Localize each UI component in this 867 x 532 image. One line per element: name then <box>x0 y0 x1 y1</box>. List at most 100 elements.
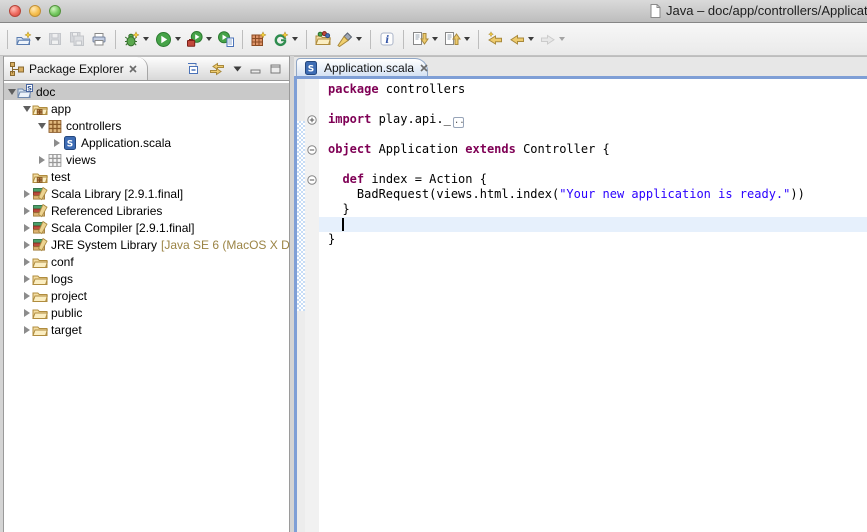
disclosure-expanded-icon[interactable] <box>21 106 32 112</box>
tab-application-scala[interactable]: S Application.scala <box>296 58 428 76</box>
new-wizard-button[interactable] <box>13 26 44 52</box>
tab-package-explorer[interactable]: Package Explorer <box>4 57 148 80</box>
tree-item-test[interactable]: test <box>4 168 289 185</box>
external-tools-button[interactable] <box>215 26 237 52</box>
disclosure-expanded-icon[interactable] <box>6 89 17 95</box>
code-line-1[interactable]: package controllers <box>319 82 867 97</box>
save-all-button[interactable] <box>66 26 88 52</box>
close-window-button[interactable] <box>9 5 21 17</box>
fold-expand-icon[interactable] <box>307 115 317 125</box>
code-token: BadRequest(views.html.index( <box>328 187 559 201</box>
code-token: } <box>328 232 335 246</box>
debug-button[interactable] <box>121 26 152 52</box>
new-element-icon <box>273 31 289 47</box>
window-title-text: Java – doc/app/controllers/Application.s… <box>666 3 867 18</box>
code-line-11[interactable]: } <box>319 232 867 247</box>
code-line-10[interactable] <box>319 217 867 232</box>
dropdown-arrow-icon[interactable] <box>528 37 534 41</box>
disclosure-collapsed-icon[interactable] <box>21 309 32 317</box>
last-edit-location-button[interactable] <box>484 26 506 52</box>
disclosure-expanded-icon[interactable] <box>36 123 47 129</box>
view-menu-button[interactable] <box>233 66 242 72</box>
code-line-6[interactable] <box>319 157 867 172</box>
tree-item-views[interactable]: views <box>4 151 289 168</box>
zoom-window-button[interactable] <box>49 5 61 17</box>
back-button[interactable] <box>506 26 537 52</box>
tree-item-scala-compiler[interactable]: Scala Compiler [2.9.1.final] <box>4 219 289 236</box>
dropdown-arrow-icon[interactable] <box>35 37 41 41</box>
link-with-editor-button[interactable] <box>209 61 225 77</box>
minimize-button[interactable] <box>250 63 262 75</box>
tree-item-label: Application.scala <box>81 136 171 150</box>
code-editor[interactable]: package controllers import play.api._..ob… <box>319 79 867 532</box>
close-icon[interactable] <box>419 63 429 73</box>
code-token: Controller { <box>516 142 610 156</box>
code-line-9[interactable]: } <box>319 202 867 217</box>
package-folder-icon <box>32 169 50 185</box>
disclosure-collapsed-icon[interactable] <box>21 275 32 283</box>
package-explorer-header: Package Explorer <box>4 56 289 81</box>
minimize-window-button[interactable] <box>29 5 41 17</box>
tree-item-app[interactable]: app <box>4 100 289 117</box>
tree-item-scala-library[interactable]: Scala Library [2.9.1.final] <box>4 185 289 202</box>
code-line-2[interactable] <box>319 97 867 112</box>
open-type-button[interactable] <box>312 26 334 52</box>
range-indicator <box>297 121 305 311</box>
dropdown-arrow-icon[interactable] <box>292 37 298 41</box>
vertical-ruler[interactable] <box>297 79 305 532</box>
run-button[interactable] <box>152 26 184 52</box>
dropdown-arrow-icon[interactable] <box>559 37 565 41</box>
dropdown-arrow-icon[interactable] <box>206 37 212 41</box>
disclosure-collapsed-icon[interactable] <box>51 139 62 147</box>
collapse-all-button[interactable] <box>185 61 201 77</box>
fold-collapse-icon[interactable] <box>307 175 317 185</box>
fold-collapse-icon[interactable] <box>307 145 317 155</box>
code-line-3[interactable]: import play.api._.. <box>319 112 867 127</box>
window-controls <box>9 5 61 17</box>
tree-item-project[interactable]: project <box>4 287 289 304</box>
tree-item-label: views <box>66 153 96 167</box>
dropdown-arrow-icon[interactable] <box>143 37 149 41</box>
tree-item-target[interactable]: target <box>4 321 289 338</box>
code-line-8[interactable]: BadRequest(views.html.index("Your new ap… <box>319 187 867 202</box>
new-java-project-button[interactable] <box>248 26 270 52</box>
disclosure-collapsed-icon[interactable] <box>21 207 32 215</box>
disclosure-collapsed-icon[interactable] <box>21 292 32 300</box>
disclosure-collapsed-icon[interactable] <box>21 258 32 266</box>
disclosure-collapsed-icon[interactable] <box>21 326 32 334</box>
tree-item-controllers[interactable]: controllers <box>4 117 289 134</box>
save-button[interactable] <box>44 26 66 52</box>
previous-annotation-button[interactable] <box>441 26 473 52</box>
maximize-button[interactable] <box>270 63 282 75</box>
disclosure-collapsed-icon[interactable] <box>36 156 47 164</box>
tree-item-public[interactable]: public <box>4 304 289 321</box>
forward-button[interactable] <box>537 26 568 52</box>
disclosure-collapsed-icon[interactable] <box>21 241 32 249</box>
dropdown-arrow-icon[interactable] <box>356 37 362 41</box>
svg-text:i: i <box>385 35 389 46</box>
code-token: controllers <box>379 82 466 96</box>
tree-item-logs[interactable]: logs <box>4 270 289 287</box>
new-element-button[interactable] <box>270 26 301 52</box>
tree-item-doc[interactable]: Sdoc <box>4 83 289 100</box>
next-annotation-button[interactable] <box>409 26 441 52</box>
code-line-5[interactable]: object Application extends Controller { <box>319 142 867 157</box>
print-button[interactable] <box>88 26 110 52</box>
run-as-button[interactable] <box>184 26 215 52</box>
dropdown-arrow-icon[interactable] <box>175 37 181 41</box>
tree-item-referenced-libraries[interactable]: Referenced Libraries <box>4 202 289 219</box>
tree-item-conf[interactable]: conf <box>4 253 289 270</box>
back-icon <box>509 31 525 47</box>
run-as-icon <box>187 31 203 47</box>
search-button[interactable] <box>334 26 365 52</box>
tree-item-jre-system-library[interactable]: JRE System Library[Java SE 6 (MacOS X De… <box>4 236 289 253</box>
close-icon[interactable] <box>128 64 138 74</box>
dropdown-arrow-icon[interactable] <box>432 37 438 41</box>
disclosure-collapsed-icon[interactable] <box>21 224 32 232</box>
code-line-7[interactable]: def index = Action { <box>319 172 867 187</box>
code-line-4[interactable] <box>319 127 867 142</box>
dropdown-arrow-icon[interactable] <box>464 37 470 41</box>
cheat-sheets-button[interactable]: i <box>376 26 398 52</box>
disclosure-collapsed-icon[interactable] <box>21 190 32 198</box>
tree-item-application-scala[interactable]: SApplication.scala <box>4 134 289 151</box>
